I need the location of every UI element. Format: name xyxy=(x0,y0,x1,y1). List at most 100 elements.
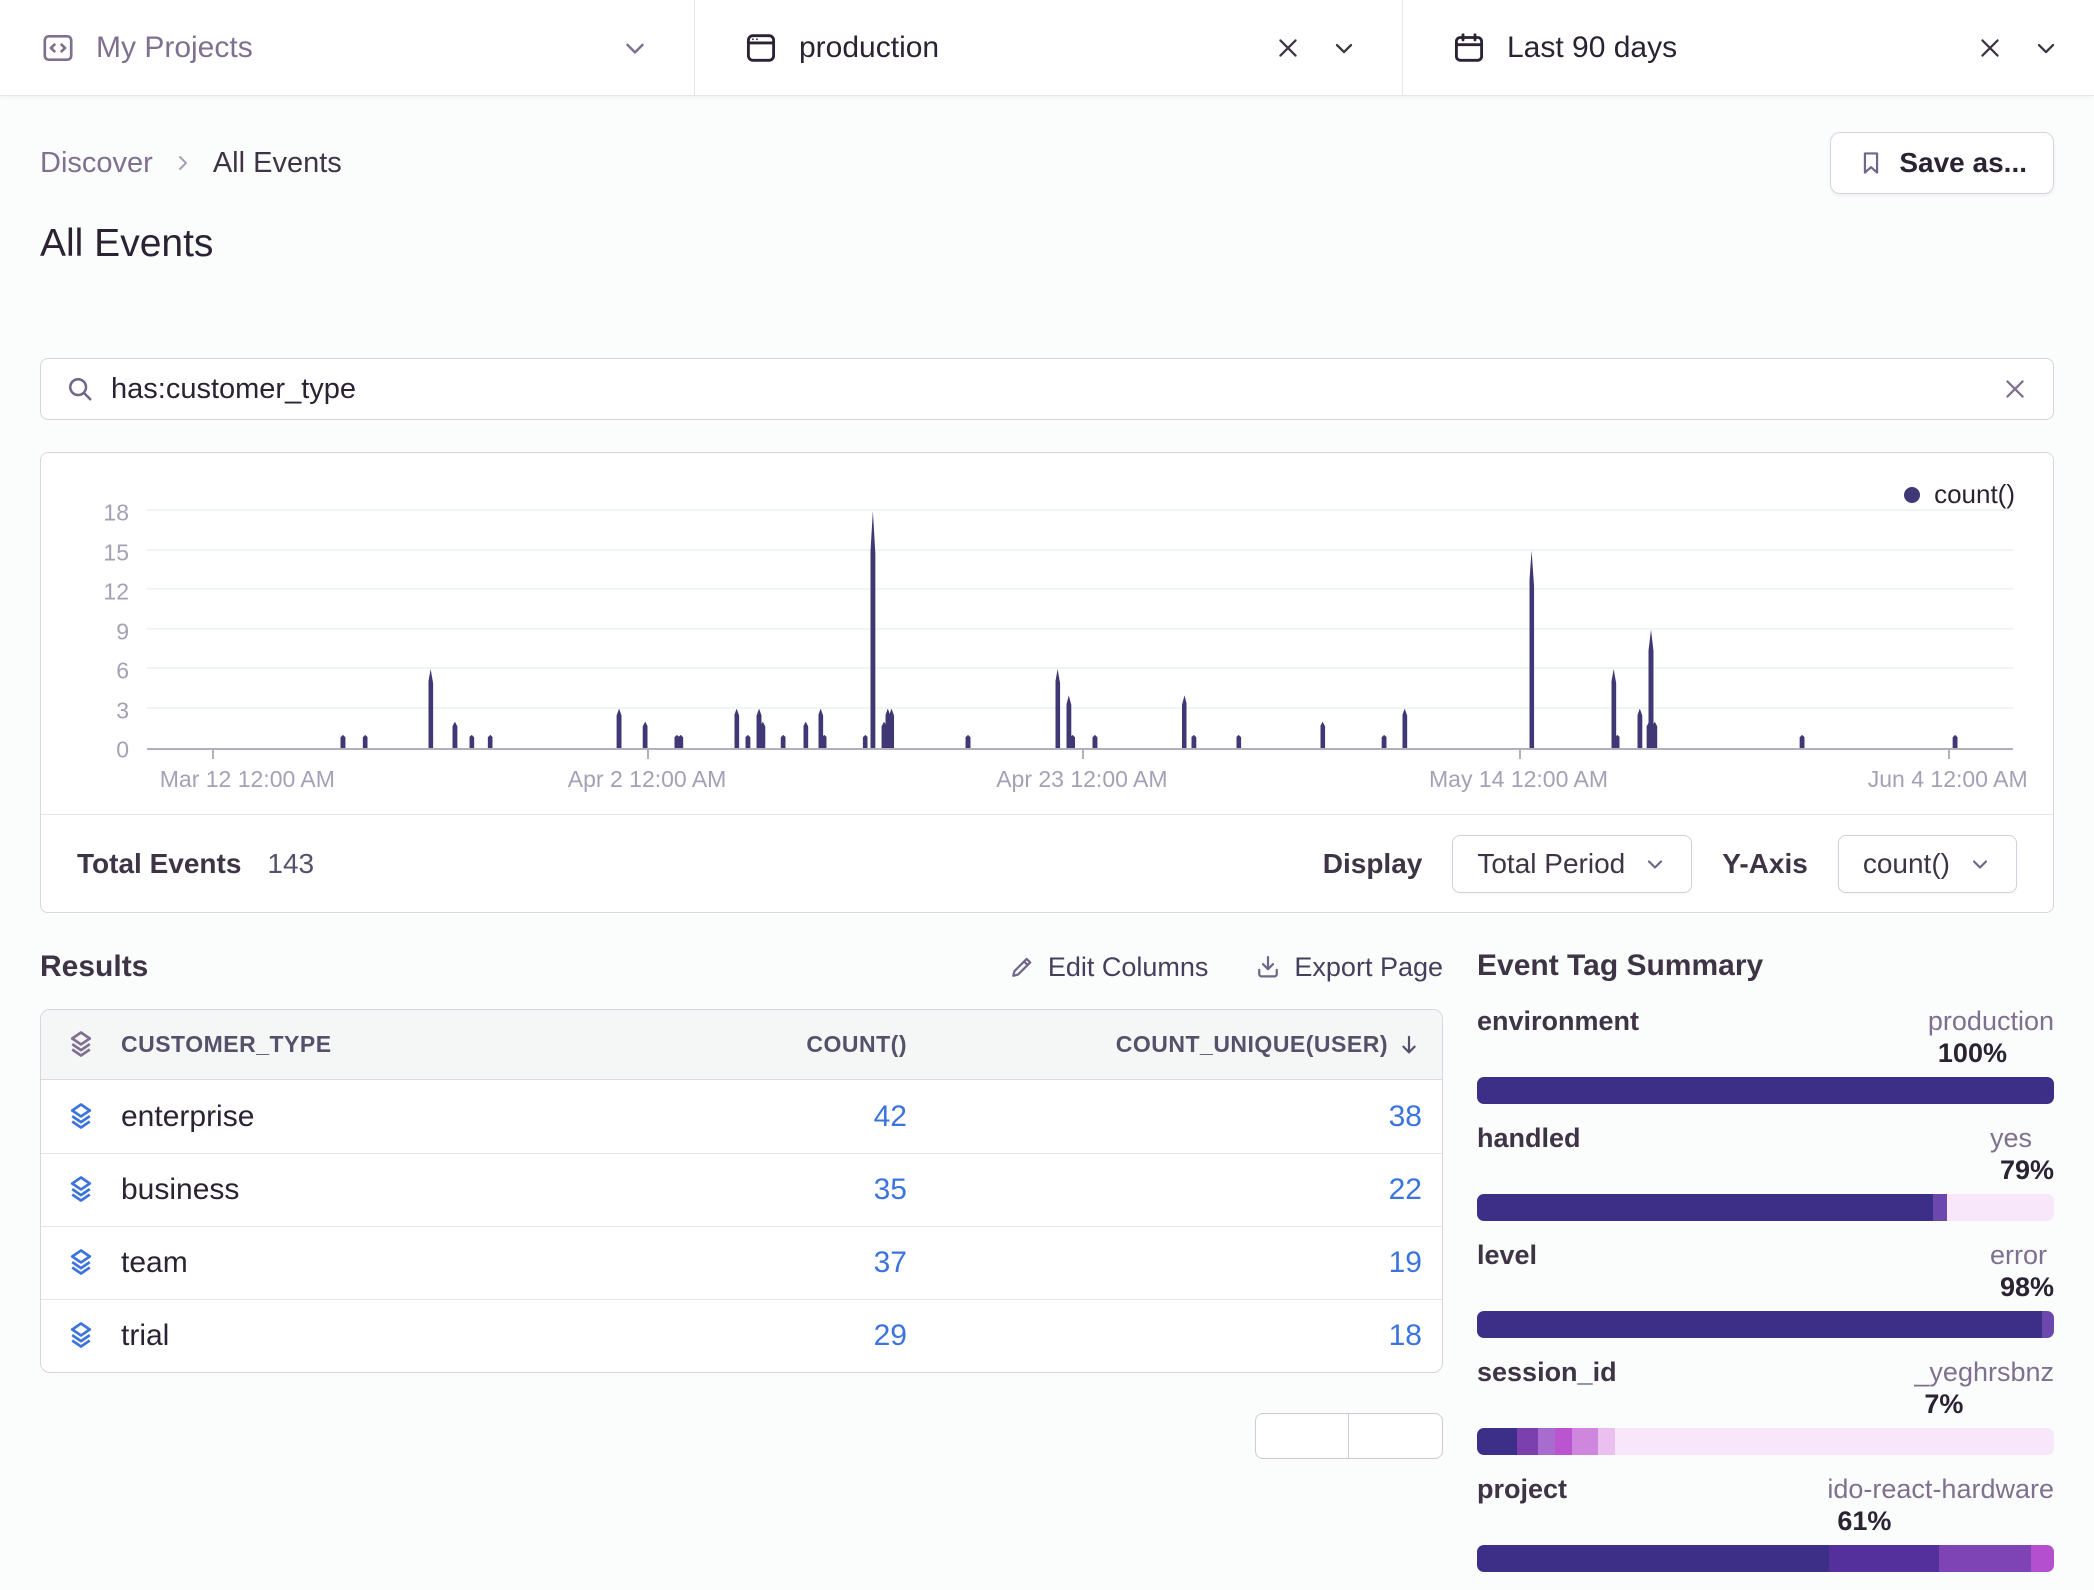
display-label: Display xyxy=(1323,848,1423,880)
tag-bar-segment xyxy=(1477,1194,1933,1221)
chart-bar xyxy=(1652,722,1657,748)
count-unique-user-value-link[interactable]: 18 xyxy=(1389,1319,1422,1353)
count-value-link[interactable]: 35 xyxy=(874,1173,907,1206)
count-value-link[interactable]: 42 xyxy=(874,1100,907,1133)
y-axis-tick-label: 6 xyxy=(116,658,129,685)
chart-bar xyxy=(617,709,622,749)
export-page-button[interactable]: Export Page xyxy=(1254,952,1443,983)
date-range-label: Last 90 days xyxy=(1507,31,1677,65)
breadcrumb-discover-link[interactable]: Discover xyxy=(40,147,153,180)
chart-bar xyxy=(863,735,868,748)
layers-icon xyxy=(41,1100,121,1134)
layers-icon xyxy=(41,1173,121,1207)
count-unique-user-value-link[interactable]: 38 xyxy=(1389,1100,1422,1134)
chart-bar xyxy=(1320,722,1325,748)
y-axis-tick-label: 3 xyxy=(116,697,129,724)
tag-bar-segment xyxy=(1538,1428,1555,1455)
search-input[interactable] xyxy=(111,373,2001,406)
chart-bar xyxy=(966,735,971,748)
date-range-selector[interactable]: Last 90 days xyxy=(1402,0,2094,95)
tag-name: handled xyxy=(1477,1122,1581,1154)
search-bar xyxy=(40,358,2054,420)
window-icon xyxy=(743,30,779,66)
pagination xyxy=(40,1413,1443,1459)
tag-distribution-bar[interactable] xyxy=(1477,1545,2054,1572)
pagination-next-button[interactable] xyxy=(1349,1413,1443,1459)
tag-distribution-bar[interactable] xyxy=(1477,1077,2054,1104)
clear-search-icon[interactable] xyxy=(2001,375,2029,403)
tag-percent: 61% xyxy=(1837,1505,2054,1537)
legend-label: count() xyxy=(1934,479,2015,510)
tag-row-header: projectido-react-hardware61% xyxy=(1477,1473,2054,1537)
cell-customer-type: team xyxy=(121,1246,557,1280)
environment-selector[interactable]: production xyxy=(694,0,1402,95)
chevron-down-icon[interactable] xyxy=(2032,34,2060,62)
column-header-count-unique-user[interactable]: COUNT_UNIQUE(USER) xyxy=(907,1031,1442,1058)
tag-name: environment xyxy=(1477,1005,1639,1037)
cell-count: 29 xyxy=(557,1319,907,1353)
tag-bar-segment xyxy=(1572,1428,1598,1455)
results-heading: Results xyxy=(40,950,148,984)
count-unique-user-value-link[interactable]: 22 xyxy=(1389,1173,1422,1207)
count-value-link[interactable]: 29 xyxy=(874,1319,907,1352)
x-axis-tick-label: Apr 23 12:00 AM xyxy=(996,766,1167,793)
yaxis-dropdown[interactable]: count() xyxy=(1838,835,2017,893)
results-table-header: CUSTOMER_TYPE COUNT() COUNT_UNIQUE(USER) xyxy=(41,1010,1442,1080)
y-axis-labels: 0369121518 xyxy=(81,513,147,750)
cell-count-unique-user: 38 xyxy=(907,1100,1442,1134)
chart-bar xyxy=(1611,669,1616,748)
tag-row-header: levelerror98% xyxy=(1477,1239,2054,1303)
events-chart[interactable]: count() 0369121518 Mar 12 12:00 AMApr 2 … xyxy=(41,453,2053,814)
tag-percent: 7% xyxy=(1924,1388,2054,1420)
bookmark-icon xyxy=(1857,149,1885,177)
save-as-button[interactable]: Save as... xyxy=(1830,132,2054,194)
results-section: Results Edit Columns Export Page xyxy=(40,949,1443,1459)
tag-name: level xyxy=(1477,1239,1537,1271)
chevron-down-icon[interactable] xyxy=(620,33,650,63)
chart-bar xyxy=(1615,735,1620,748)
tag-distribution-bar[interactable] xyxy=(1477,1311,2054,1338)
breadcrumb: Discover All Events xyxy=(40,147,342,180)
tag-bar-segment xyxy=(1555,1428,1572,1455)
chart-bar xyxy=(1092,735,1097,748)
tag-top-value: ido-react-hardware61% xyxy=(1827,1473,2054,1537)
y-axis-tick-label: 12 xyxy=(103,579,129,606)
chart-bar xyxy=(781,735,786,748)
tag-bar-segment xyxy=(2042,1311,2054,1338)
chart-bar xyxy=(822,735,827,748)
chart-bar xyxy=(734,709,739,749)
count-value-link[interactable]: 37 xyxy=(874,1246,907,1279)
chart-bar xyxy=(1191,735,1196,748)
chevron-down-icon[interactable] xyxy=(1330,34,1358,62)
tag-distribution-bar[interactable] xyxy=(1477,1194,2054,1221)
chart-bar xyxy=(1402,709,1407,749)
y-axis-tick-label: 0 xyxy=(116,737,129,764)
results-table: CUSTOMER_TYPE COUNT() COUNT_UNIQUE(USER)… xyxy=(40,1009,1443,1373)
chart-plot-area[interactable] xyxy=(147,513,2013,750)
tag-distribution-bar[interactable] xyxy=(1477,1428,2054,1455)
page-title: All Events xyxy=(40,222,2054,266)
x-axis-tick xyxy=(647,750,649,759)
chart-bar xyxy=(1055,669,1060,748)
x-axis-tick-label: Apr 2 12:00 AM xyxy=(568,766,727,793)
count-unique-user-value-link[interactable]: 19 xyxy=(1389,1246,1422,1280)
column-header-customer-type[interactable]: CUSTOMER_TYPE xyxy=(121,1031,557,1058)
tag-row: projectido-react-hardware61% xyxy=(1477,1473,2054,1572)
chart-bar xyxy=(870,511,875,748)
y-axis-tick-label: 18 xyxy=(103,500,129,527)
tag-bar-segment xyxy=(1939,1545,2031,1572)
tag-bar-segment xyxy=(1598,1428,1615,1455)
tag-top-value: production100% xyxy=(1928,1005,2054,1069)
clear-environment-icon[interactable] xyxy=(1274,34,1302,62)
cell-customer-type: business xyxy=(121,1173,557,1207)
chart-bar xyxy=(745,735,750,748)
x-axis-tick xyxy=(1519,750,1521,759)
pagination-previous-button[interactable] xyxy=(1255,1413,1349,1459)
column-header-count[interactable]: COUNT() xyxy=(557,1031,907,1058)
table-row: team 37 19 xyxy=(41,1226,1442,1299)
tag-bar-segment xyxy=(1947,1194,2054,1221)
clear-date-icon[interactable] xyxy=(1976,34,2004,62)
display-dropdown[interactable]: Total Period xyxy=(1452,835,1692,893)
edit-columns-button[interactable]: Edit Columns xyxy=(1008,952,1209,983)
project-selector[interactable]: My Projects xyxy=(0,0,694,95)
